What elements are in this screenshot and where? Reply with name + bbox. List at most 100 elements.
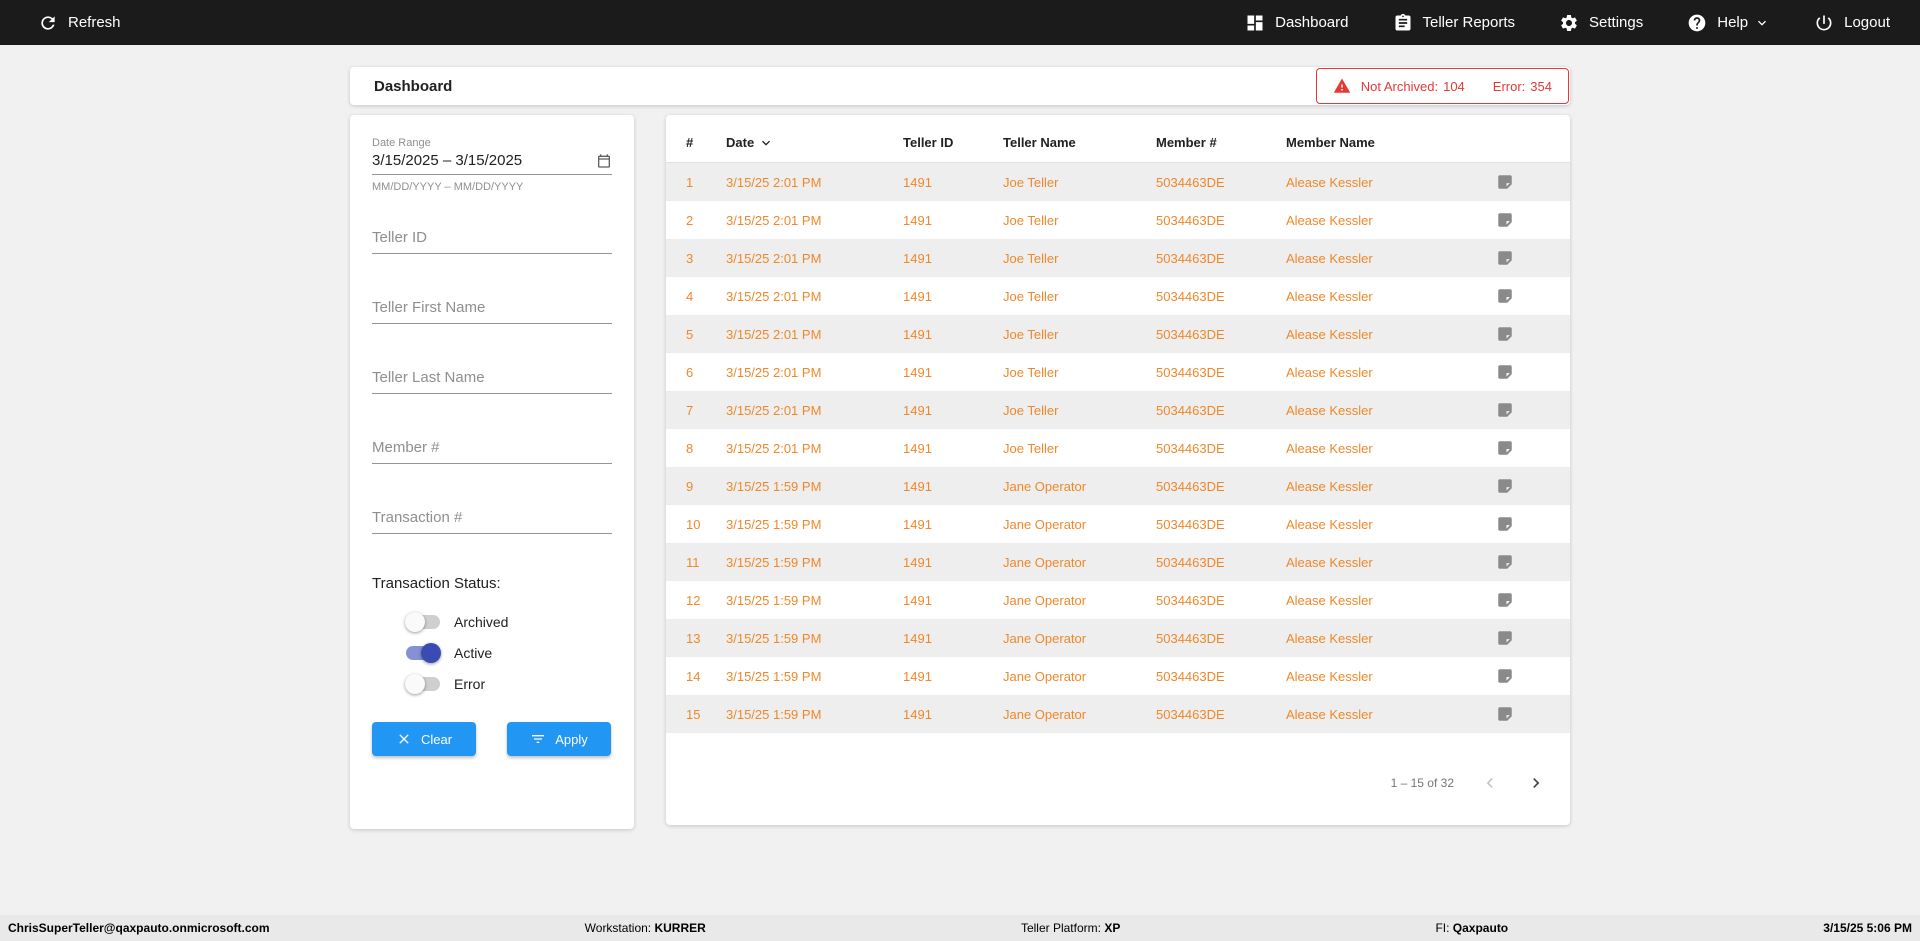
sort-desc-icon bbox=[762, 140, 771, 146]
not-archived-count: 104 bbox=[1443, 78, 1465, 94]
note-button[interactable] bbox=[1496, 173, 1514, 191]
next-page-button[interactable] bbox=[1526, 773, 1546, 793]
teller-id-input[interactable] bbox=[372, 225, 612, 254]
active-toggle-label: Active bbox=[454, 645, 493, 661]
statusbar: ChrisSuperTeller@qaxpauto.onmicrosoft.co… bbox=[0, 915, 1920, 941]
table-row[interactable]: 2 3/15/25 2:01 PM 1491 Joe Teller 503446… bbox=[666, 201, 1570, 239]
table-row[interactable]: 11 3/15/25 1:59 PM 1491 Jane Operator 50… bbox=[666, 543, 1570, 581]
cell-member-number: 5034463DE bbox=[1156, 402, 1225, 418]
table-row[interactable]: 13 3/15/25 1:59 PM 1491 Jane Operator 50… bbox=[666, 619, 1570, 657]
table-row[interactable]: 14 3/15/25 1:59 PM 1491 Jane Operator 50… bbox=[666, 657, 1570, 695]
note-icon bbox=[1498, 517, 1512, 531]
note-button[interactable] bbox=[1496, 629, 1514, 647]
table-row[interactable]: 12 3/15/25 1:59 PM 1491 Jane Operator 50… bbox=[666, 581, 1570, 619]
table-row[interactable]: 7 3/15/25 2:01 PM 1491 Joe Teller 503446… bbox=[666, 391, 1570, 429]
cell-member-number: 5034463DE bbox=[1156, 174, 1225, 190]
cell-member-name: Alease Kessler bbox=[1286, 554, 1373, 570]
topbar: Refresh Dashboard Teller Reports Setting… bbox=[0, 0, 1920, 45]
cell-member-name: Alease Kessler bbox=[1286, 402, 1373, 418]
note-button[interactable] bbox=[1496, 515, 1514, 533]
cell-member-number: 5034463DE bbox=[1156, 288, 1225, 304]
apply-button[interactable]: Apply bbox=[507, 722, 611, 756]
nav-logout[interactable]: Logout bbox=[1814, 13, 1890, 33]
calendar-icon bbox=[598, 153, 610, 168]
cell-member-name: Alease Kessler bbox=[1286, 364, 1373, 380]
nav-teller-reports[interactable]: Teller Reports bbox=[1393, 13, 1515, 33]
refresh-button[interactable]: Refresh bbox=[38, 13, 121, 33]
table-row[interactable]: 4 3/15/25 2:01 PM 1491 Joe Teller 503446… bbox=[666, 277, 1570, 315]
toggle-row-active: Active bbox=[406, 643, 612, 663]
note-button[interactable] bbox=[1496, 705, 1514, 723]
note-button[interactable] bbox=[1496, 591, 1514, 609]
table-row[interactable]: 9 3/15/25 1:59 PM 1491 Jane Operator 503… bbox=[666, 467, 1570, 505]
cell-row-number: 2 bbox=[686, 212, 694, 228]
cell-member-number: 5034463DE bbox=[1156, 706, 1225, 722]
cell-teller-id: 1491 bbox=[903, 592, 932, 608]
transaction-number-input[interactable] bbox=[372, 505, 612, 534]
note-button[interactable] bbox=[1496, 325, 1514, 343]
error-toggle[interactable] bbox=[405, 674, 440, 694]
nav-logout-label: Logout bbox=[1844, 14, 1890, 31]
col-header-teller-name[interactable]: Teller Name bbox=[1003, 135, 1156, 150]
table-row[interactable]: 6 3/15/25 2:01 PM 1491 Joe Teller 503446… bbox=[666, 353, 1570, 391]
cell-member-number: 5034463DE bbox=[1156, 212, 1225, 228]
note-button[interactable] bbox=[1496, 363, 1514, 381]
member-number-input[interactable] bbox=[372, 435, 612, 464]
archived-toggle-label: Archived bbox=[454, 614, 509, 630]
cell-date: 3/15/25 2:01 PM bbox=[726, 288, 822, 304]
clear-button[interactable]: Clear bbox=[372, 722, 476, 756]
table-row[interactable]: 3 3/15/25 2:01 PM 1491 Joe Teller 503446… bbox=[666, 239, 1570, 277]
note-icon bbox=[1498, 289, 1512, 303]
calendar-button[interactable] bbox=[596, 153, 612, 169]
note-button[interactable] bbox=[1496, 667, 1514, 685]
table-row[interactable]: 5 3/15/25 2:01 PM 1491 Joe Teller 503446… bbox=[666, 315, 1570, 353]
cell-date: 3/15/25 2:01 PM bbox=[726, 212, 822, 228]
col-header-member-name[interactable]: Member Name bbox=[1286, 135, 1496, 150]
table-row[interactable]: 1 3/15/25 2:01 PM 1491 Joe Teller 503446… bbox=[666, 163, 1570, 201]
table-row[interactable]: 10 3/15/25 1:59 PM 1491 Jane Operator 50… bbox=[666, 505, 1570, 543]
warning-icon bbox=[1333, 78, 1351, 93]
cell-member-name: Alease Kessler bbox=[1286, 250, 1373, 266]
note-icon bbox=[1498, 479, 1512, 493]
teller-first-name-input[interactable] bbox=[372, 295, 612, 324]
archived-toggle[interactable] bbox=[405, 612, 440, 632]
cell-row-number: 5 bbox=[686, 326, 694, 342]
note-icon bbox=[1498, 593, 1512, 607]
clipboard-icon bbox=[1395, 13, 1410, 31]
cell-teller-name: Joe Teller bbox=[1003, 440, 1059, 456]
note-button[interactable] bbox=[1496, 439, 1514, 457]
cell-row-number: 14 bbox=[686, 668, 701, 684]
workstation-value: KURRER bbox=[654, 921, 706, 935]
date-range-field: Date Range MM/DD/YYYY – MM/DD/YYYY bbox=[372, 137, 612, 193]
cell-member-name: Alease Kessler bbox=[1286, 516, 1373, 532]
table-row[interactable]: 15 3/15/25 1:59 PM 1491 Jane Operator 50… bbox=[666, 695, 1570, 733]
active-toggle[interactable] bbox=[406, 643, 441, 663]
cell-teller-id: 1491 bbox=[903, 554, 932, 570]
cell-teller-name: Jane Operator bbox=[1003, 630, 1087, 646]
date-range-input[interactable] bbox=[372, 152, 596, 169]
cell-member-number: 5034463DE bbox=[1156, 364, 1225, 380]
col-header-teller-id[interactable]: Teller ID bbox=[903, 135, 1003, 150]
note-icon bbox=[1498, 251, 1512, 265]
note-button[interactable] bbox=[1496, 287, 1514, 305]
nav-settings[interactable]: Settings bbox=[1559, 13, 1643, 33]
workstation-info: Workstation: KURRER bbox=[585, 921, 706, 935]
note-button[interactable] bbox=[1496, 553, 1514, 571]
cell-row-number: 9 bbox=[686, 478, 694, 494]
fi-value: Qaxpauto bbox=[1452, 921, 1509, 935]
note-button[interactable] bbox=[1496, 249, 1514, 267]
note-button[interactable] bbox=[1496, 477, 1514, 495]
nav-help[interactable]: Help bbox=[1687, 13, 1770, 33]
cell-teller-id: 1491 bbox=[903, 440, 932, 456]
note-button[interactable] bbox=[1496, 211, 1514, 229]
nav-dashboard[interactable]: Dashboard bbox=[1245, 13, 1349, 33]
cell-member-name: Alease Kessler bbox=[1286, 668, 1373, 684]
apply-button-label: Apply bbox=[555, 731, 588, 747]
table-row[interactable]: 8 3/15/25 2:01 PM 1491 Joe Teller 503446… bbox=[666, 429, 1570, 467]
col-header-member-num[interactable]: Member # bbox=[1156, 135, 1286, 150]
cell-teller-name: Jane Operator bbox=[1003, 706, 1087, 722]
note-button[interactable] bbox=[1496, 401, 1514, 419]
col-header-date[interactable]: Date bbox=[726, 135, 903, 151]
cell-teller-name: Jane Operator bbox=[1003, 478, 1087, 494]
teller-last-name-input[interactable] bbox=[372, 365, 612, 394]
